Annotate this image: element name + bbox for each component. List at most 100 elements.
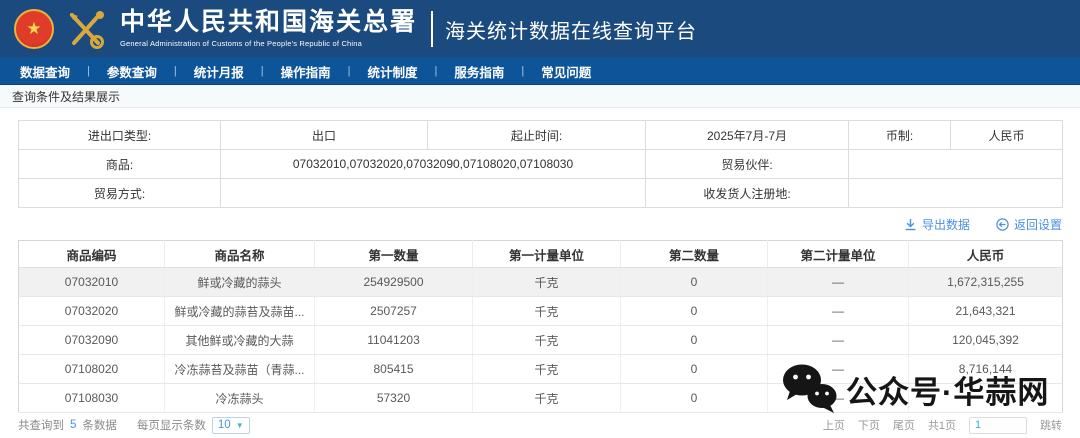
cell-code: 07108030 — [19, 384, 165, 413]
cell-unit1: 千克 — [473, 355, 621, 384]
cell-rmb — [909, 384, 1063, 413]
cell-unit2: — — [768, 326, 909, 355]
cell-unit2: — — [768, 355, 909, 384]
trade-mode-value — [221, 179, 646, 208]
export-data-label: 导出数据 — [922, 216, 970, 233]
org-title-en: General Administration of Customs of the… — [120, 39, 417, 48]
cell-qty1: 2507257 — [315, 297, 473, 326]
page-jump-input[interactable] — [969, 417, 1027, 434]
cell-unit1: 千克 — [473, 384, 621, 413]
breadcrumb: 查询条件及结果展示 — [0, 85, 1080, 108]
jump-button[interactable]: 跳转 — [1040, 417, 1062, 433]
reg-place-label: 收发货人注册地: — [646, 179, 849, 208]
count-suffix: 条数据 — [82, 417, 117, 433]
cell-qty2: 0 — [621, 355, 768, 384]
customs-emblem-icon — [64, 7, 108, 51]
table-row[interactable]: 07108020 冷冻蒜苔及蒜苗（青蒜... 805415 千克 0 — 8,7… — [19, 355, 1063, 384]
reg-place-value — [849, 179, 1063, 208]
io-type-label: 进出口类型: — [19, 121, 221, 150]
io-type-value: 出口 — [221, 121, 428, 150]
download-icon — [904, 218, 917, 231]
cell-unit2: — — [768, 384, 909, 413]
table-row[interactable]: 07032010 鲜或冷藏的蒜头 254929500 千克 0 — 1,672,… — [19, 268, 1063, 297]
cell-name: 鲜或冷藏的蒜头 — [165, 268, 315, 297]
nav-item-faq[interactable]: 常见问题 — [541, 62, 591, 81]
cell-unit2: — — [768, 268, 909, 297]
cell-unit1: 千克 — [473, 268, 621, 297]
nav-item-data-query[interactable]: 数据查询 — [20, 62, 70, 81]
cell-name: 其他鲜或冷藏的大蒜 — [165, 326, 315, 355]
col-header-commodity-name: 商品名称 — [165, 241, 315, 268]
cell-qty1: 254929500 — [315, 268, 473, 297]
page-size-value: 10 — [218, 419, 231, 431]
query-summary-table: 进出口类型: 出口 起止时间: 2025年7月-7月 币制: 人民币 商品: 0… — [18, 120, 1063, 208]
last-page-button[interactable]: 尾页 — [893, 417, 915, 433]
cell-name: 冷冻蒜头 — [165, 384, 315, 413]
cell-qty1: 11041203 — [315, 326, 473, 355]
platform-title: 海关统计数据在线查询平台 — [445, 15, 697, 44]
cell-code: 07032090 — [19, 326, 165, 355]
next-page-button[interactable]: 下页 — [858, 417, 880, 433]
result-count: 5 — [70, 419, 76, 431]
national-emblem-icon: ★ — [14, 9, 54, 49]
cell-unit1: 千克 — [473, 326, 621, 355]
page-size-select[interactable]: 10 ▼ — [212, 417, 250, 434]
total-pages-label: 共1页 — [928, 417, 956, 433]
nav-separator: | — [261, 65, 264, 77]
col-header-commodity-code: 商品编码 — [19, 241, 165, 268]
results-table: 商品编码 商品名称 第一数量 第一计量单位 第二数量 第二计量单位 人民币 07… — [18, 240, 1063, 413]
nav-item-operation-guide[interactable]: 操作指南 — [281, 62, 331, 81]
table-row[interactable]: 07108030 冷冻蒜头 57320 千克 0 — — [19, 384, 1063, 413]
back-arrow-icon — [996, 218, 1009, 231]
chevron-down-icon: ▼ — [236, 421, 244, 430]
cell-qty2: 0 — [621, 297, 768, 326]
nav-item-monthly-report[interactable]: 统计月报 — [194, 62, 244, 81]
header-divider — [431, 11, 433, 47]
count-prefix: 共查询到 — [18, 417, 64, 433]
cell-rmb: 1,672,315,255 — [909, 268, 1063, 297]
cell-code: 07032020 — [19, 297, 165, 326]
page-size-label: 每页显示条数 — [137, 417, 206, 433]
pagination: 上页 下页 尾页 共1页 跳转 — [823, 417, 1062, 434]
cell-qty2: 0 — [621, 268, 768, 297]
trade-partner-label: 贸易伙伴: — [646, 150, 849, 179]
nav-separator: | — [435, 65, 438, 77]
results-header-row: 商品编码 商品名称 第一数量 第一计量单位 第二数量 第二计量单位 人民币 — [19, 241, 1063, 268]
result-count-area: 共查询到 5 条数据 每页显示条数 10 ▼ — [18, 417, 250, 434]
col-header-unit1: 第一计量单位 — [473, 241, 621, 268]
nav-item-statistics-system[interactable]: 统计制度 — [368, 62, 418, 81]
prev-page-button[interactable]: 上页 — [823, 417, 845, 433]
col-header-qty1: 第一数量 — [315, 241, 473, 268]
cell-name: 鲜或冷藏的蒜苔及蒜苗... — [165, 297, 315, 326]
nav-item-service-guide[interactable]: 服务指南 — [454, 62, 504, 81]
time-range-value: 2025年7月-7月 — [646, 121, 849, 150]
export-data-button[interactable]: 导出数据 — [904, 216, 970, 233]
top-header-bar: ★ 中华人民共和国海关总署 General Administration of … — [0, 0, 1080, 58]
cell-code: 07032010 — [19, 268, 165, 297]
table-footer: 共查询到 5 条数据 每页显示条数 10 ▼ 上页 下页 尾页 共1页 跳转 — [0, 414, 1080, 436]
nav-separator: | — [174, 65, 177, 77]
commodity-label: 商品: — [19, 150, 221, 179]
cell-qty1: 805415 — [315, 355, 473, 384]
trade-mode-label: 贸易方式: — [19, 179, 221, 208]
cell-qty1: 57320 — [315, 384, 473, 413]
commodity-value: 07032010,07032020,07032090,07108020,0710… — [221, 150, 646, 179]
table-row[interactable]: 07032090 其他鲜或冷藏的大蒜 11041203 千克 0 — 120,0… — [19, 326, 1063, 355]
currency-label: 币制: — [849, 121, 951, 150]
return-settings-button[interactable]: 返回设置 — [996, 216, 1062, 233]
table-row[interactable]: 07032020 鲜或冷藏的蒜苔及蒜苗... 2507257 千克 0 — 21… — [19, 297, 1063, 326]
main-nav: 数据查询| 参数查询| 统计月报| 操作指南| 统计制度| 服务指南| 常见问题 — [0, 58, 1080, 85]
cell-code: 07108020 — [19, 355, 165, 384]
cell-qty2: 0 — [621, 326, 768, 355]
col-header-unit2: 第二计量单位 — [768, 241, 909, 268]
cell-rmb: 21,643,321 — [909, 297, 1063, 326]
cell-name: 冷冻蒜苔及蒜苗（青蒜... — [165, 355, 315, 384]
nav-item-param-query[interactable]: 参数查询 — [107, 62, 157, 81]
currency-value: 人民币 — [951, 121, 1063, 150]
col-header-rmb: 人民币 — [909, 241, 1063, 268]
nav-separator: | — [521, 65, 524, 77]
time-range-label: 起止时间: — [428, 121, 646, 150]
table-actions: 导出数据 返回设置 — [18, 208, 1062, 240]
cell-rmb: 8,716,144 — [909, 355, 1063, 384]
nav-separator: | — [348, 65, 351, 77]
